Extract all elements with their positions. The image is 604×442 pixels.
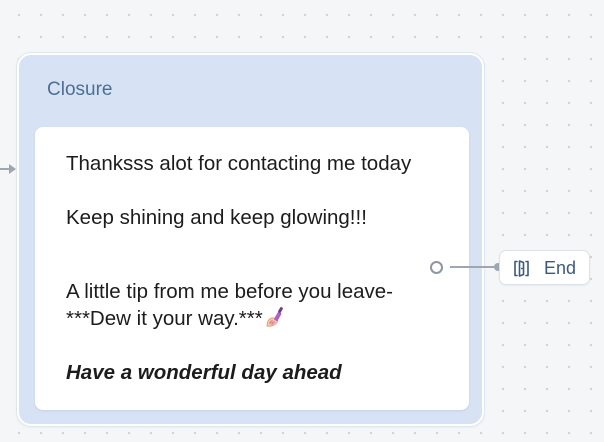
message-line-2: Keep shining and keep glowing!!!: [66, 206, 367, 229]
message-line-3: A little tip from me before you leave- *…: [66, 278, 416, 332]
connection-edge: [450, 266, 498, 268]
message-card[interactable]: Thanksss alot for contacting me today Ke…: [35, 127, 469, 410]
end-node[interactable]: End: [499, 250, 590, 285]
node-title: Closure: [47, 79, 113, 100]
closure-node[interactable]: Closure Thanksss alot for contacting me …: [17, 53, 484, 426]
message-line-4: Have a wonderful day ahead: [66, 361, 342, 384]
message-line-1: Thanksss alot for contacting me today: [66, 152, 412, 175]
incoming-arrow-icon: [9, 164, 16, 174]
incoming-connector: [0, 164, 18, 174]
message-line-3-text: A little tip from me before you leave- *…: [66, 280, 394, 330]
nail-polish-emoji-icon: [266, 307, 283, 327]
exit-door-icon: [514, 260, 529, 277]
end-label: End: [544, 258, 577, 278]
output-port[interactable]: [430, 261, 443, 274]
